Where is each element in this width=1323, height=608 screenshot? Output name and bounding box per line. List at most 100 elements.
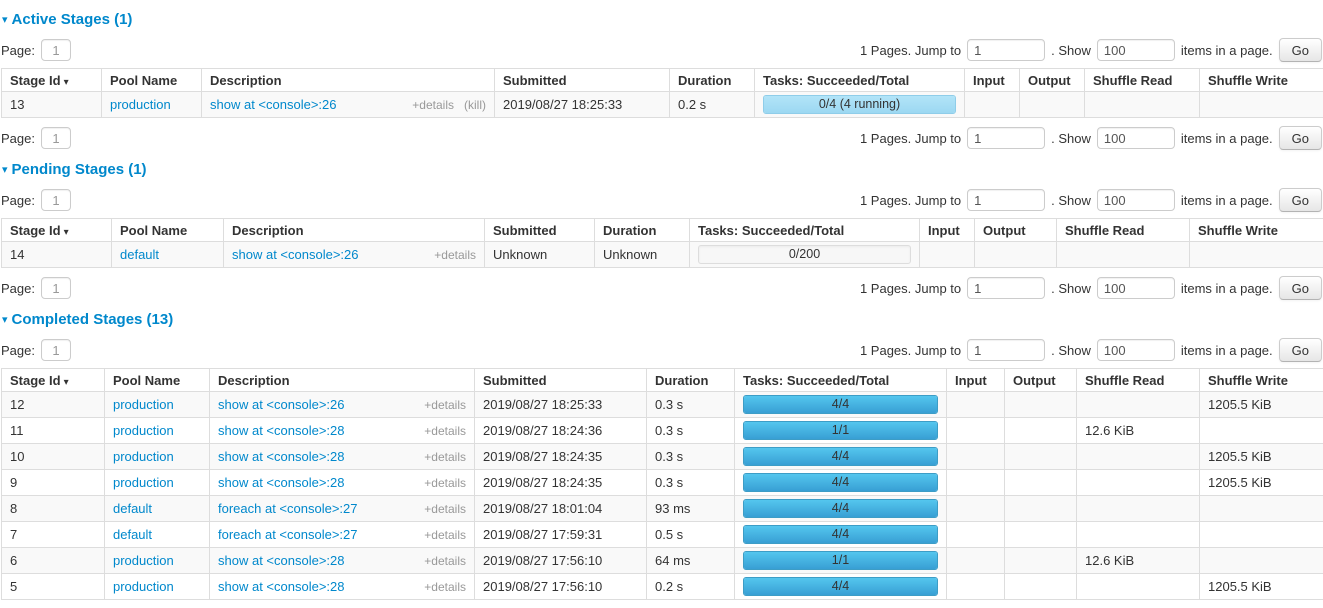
stage-row: 8 default foreach at <console>:27 +detai… xyxy=(2,496,1323,522)
show-count-input[interactable] xyxy=(1097,339,1175,361)
col-duration[interactable]: Duration xyxy=(670,69,755,92)
show-count-input[interactable] xyxy=(1097,277,1175,299)
description-link[interactable]: show at <console>:26 xyxy=(210,97,336,112)
col-tasks[interactable]: Tasks: Succeeded/Total xyxy=(755,69,965,92)
progress-label: 4/4 xyxy=(744,500,937,517)
pool-name-link[interactable]: production xyxy=(110,97,171,112)
details-toggle[interactable]: +details xyxy=(412,98,454,112)
col-shuffle-read[interactable]: Shuffle Read xyxy=(1085,69,1200,92)
jump-to-input[interactable] xyxy=(967,339,1045,361)
col-tasks[interactable]: Tasks: Succeeded/Total xyxy=(735,369,947,392)
page-number-input[interactable] xyxy=(41,189,71,211)
col-shuffle-read[interactable]: Shuffle Read xyxy=(1057,219,1190,242)
description-link[interactable]: show at <console>:28 xyxy=(218,475,344,490)
stage-row: 11 production show at <console>:28 +deta… xyxy=(2,418,1323,444)
col-shuffle-write[interactable]: Shuffle Write xyxy=(1200,369,1323,392)
description-link[interactable]: show at <console>:28 xyxy=(218,449,344,464)
details-toggle[interactable]: +details xyxy=(424,528,466,542)
jump-to-input[interactable] xyxy=(967,127,1045,149)
details-toggle[interactable]: +details xyxy=(424,424,466,438)
description-link[interactable]: show at <console>:26 xyxy=(232,247,358,262)
go-button[interactable]: Go xyxy=(1279,38,1322,62)
task-progress-bar: 4/4 xyxy=(743,525,938,544)
jump-to-input[interactable] xyxy=(967,189,1045,211)
active-stages-table: Stage Id▾ Pool Name Description Submitte… xyxy=(1,68,1323,118)
col-submitted[interactable]: Submitted xyxy=(475,369,647,392)
description-link[interactable]: foreach at <console>:27 xyxy=(218,501,358,516)
details-toggle[interactable]: +details xyxy=(424,476,466,490)
details-toggle[interactable]: +details xyxy=(424,554,466,568)
task-progress-bar: 4/4 xyxy=(743,395,938,414)
stage-id-cell: 10 xyxy=(2,444,105,470)
task-progress-bar: 4/4 xyxy=(743,447,938,466)
collapse-arrow-icon: ▾ xyxy=(2,314,8,326)
pool-name-link[interactable]: production xyxy=(113,475,174,490)
col-tasks[interactable]: Tasks: Succeeded/Total xyxy=(690,219,920,242)
go-button[interactable]: Go xyxy=(1279,338,1322,362)
col-shuffle-write[interactable]: Shuffle Write xyxy=(1200,69,1323,92)
stage-id-cell: 12 xyxy=(2,392,105,418)
description-link[interactable]: show at <console>:28 xyxy=(218,423,344,438)
description-link[interactable]: show at <console>:28 xyxy=(218,553,344,568)
pool-name-link[interactable]: default xyxy=(113,501,152,516)
completed-stages-heading[interactable]: ▾Completed Stages (13) xyxy=(2,311,1322,328)
active-stages-heading[interactable]: ▾Active Stages (1) xyxy=(2,11,1322,28)
col-pool-name[interactable]: Pool Name xyxy=(105,369,210,392)
task-progress-bar: 1/1 xyxy=(743,551,938,570)
col-input[interactable]: Input xyxy=(947,369,1005,392)
kill-link[interactable]: (kill) xyxy=(464,98,486,112)
col-shuffle-read[interactable]: Shuffle Read xyxy=(1077,369,1200,392)
go-button[interactable]: Go xyxy=(1279,188,1322,212)
jump-to-input[interactable] xyxy=(967,277,1045,299)
pool-name-link[interactable]: production xyxy=(113,449,174,464)
details-toggle[interactable]: +details xyxy=(434,248,476,262)
go-button[interactable]: Go xyxy=(1279,276,1322,300)
details-toggle[interactable]: +details xyxy=(424,450,466,464)
col-duration[interactable]: Duration xyxy=(647,369,735,392)
description-link[interactable]: show at <console>:28 xyxy=(218,579,344,594)
col-stage-id[interactable]: Stage Id▾ xyxy=(2,219,112,242)
show-count-input[interactable] xyxy=(1097,127,1175,149)
col-submitted[interactable]: Submitted xyxy=(485,219,595,242)
col-submitted[interactable]: Submitted xyxy=(495,69,670,92)
col-shuffle-write[interactable]: Shuffle Write xyxy=(1190,219,1323,242)
stage-id-cell: 8 xyxy=(2,496,105,522)
pool-name-link[interactable]: production xyxy=(113,423,174,438)
col-pool-name[interactable]: Pool Name xyxy=(112,219,224,242)
pending-stages-heading[interactable]: ▾Pending Stages (1) xyxy=(2,161,1322,178)
col-description[interactable]: Description xyxy=(210,369,475,392)
jump-to-input[interactable] xyxy=(967,39,1045,61)
col-description[interactable]: Description xyxy=(224,219,485,242)
col-stage-id[interactable]: Stage Id▾ xyxy=(2,369,105,392)
details-toggle[interactable]: +details xyxy=(424,398,466,412)
pool-name-link[interactable]: default xyxy=(113,527,152,542)
progress-label: 4/4 xyxy=(744,448,937,465)
pool-name-link[interactable]: default xyxy=(120,247,159,262)
page-number-input[interactable] xyxy=(41,39,71,61)
go-button[interactable]: Go xyxy=(1279,126,1322,150)
col-stage-id[interactable]: Stage Id▾ xyxy=(2,69,102,92)
col-pool-name[interactable]: Pool Name xyxy=(102,69,202,92)
description-link[interactable]: show at <console>:26 xyxy=(218,397,344,412)
details-toggle[interactable]: +details xyxy=(424,502,466,516)
col-description[interactable]: Description xyxy=(202,69,495,92)
pool-name-link[interactable]: production xyxy=(113,579,174,594)
page-number-input[interactable] xyxy=(41,127,71,149)
page-number-input[interactable] xyxy=(41,339,71,361)
col-duration[interactable]: Duration xyxy=(595,219,690,242)
input-cell xyxy=(947,418,1005,444)
col-output[interactable]: Output xyxy=(1005,369,1077,392)
show-count-input[interactable] xyxy=(1097,189,1175,211)
details-toggle[interactable]: +details xyxy=(424,580,466,594)
pool-name-link[interactable]: production xyxy=(113,397,174,412)
duration-cell: 0.5 s xyxy=(647,522,735,548)
stage-row: 5 production show at <console>:28 +detai… xyxy=(2,574,1323,600)
col-output[interactable]: Output xyxy=(975,219,1057,242)
page-number-input[interactable] xyxy=(41,277,71,299)
col-output[interactable]: Output xyxy=(1020,69,1085,92)
show-count-input[interactable] xyxy=(1097,39,1175,61)
pool-name-link[interactable]: production xyxy=(113,553,174,568)
col-input[interactable]: Input xyxy=(965,69,1020,92)
col-input[interactable]: Input xyxy=(920,219,975,242)
description-link[interactable]: foreach at <console>:27 xyxy=(218,527,358,542)
